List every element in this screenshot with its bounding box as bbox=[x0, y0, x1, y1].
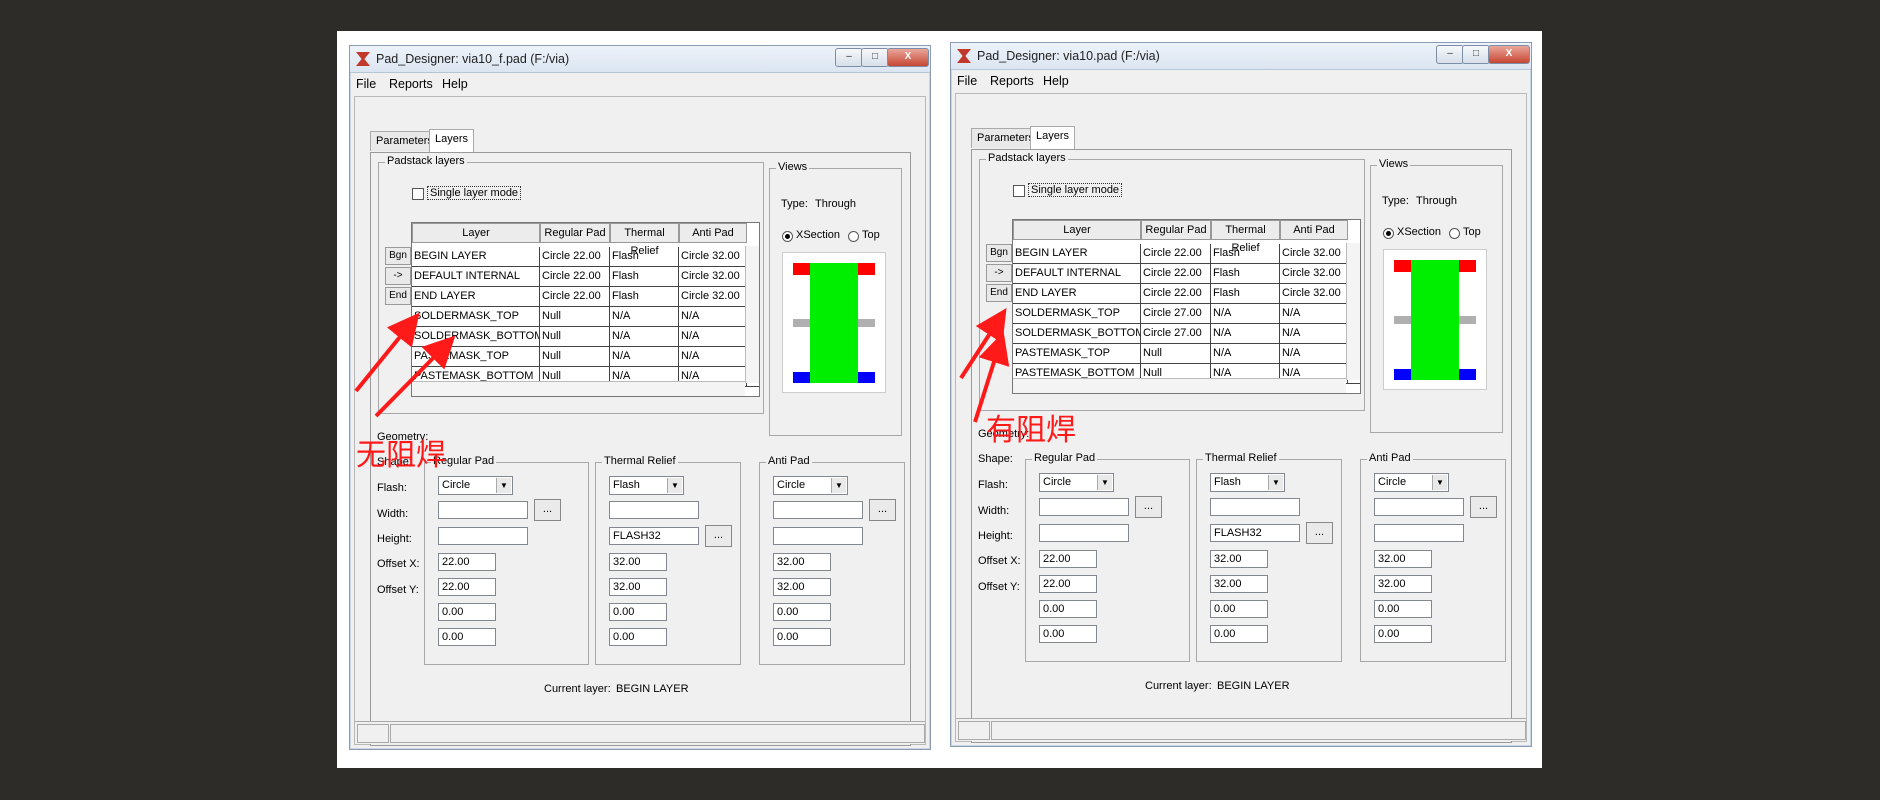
annotation-arrows bbox=[354, 307, 1010, 423]
arrow-right-1 bbox=[959, 307, 1007, 380]
arrow-left-1 bbox=[354, 312, 420, 393]
arrow-right-2 bbox=[973, 331, 1010, 423]
